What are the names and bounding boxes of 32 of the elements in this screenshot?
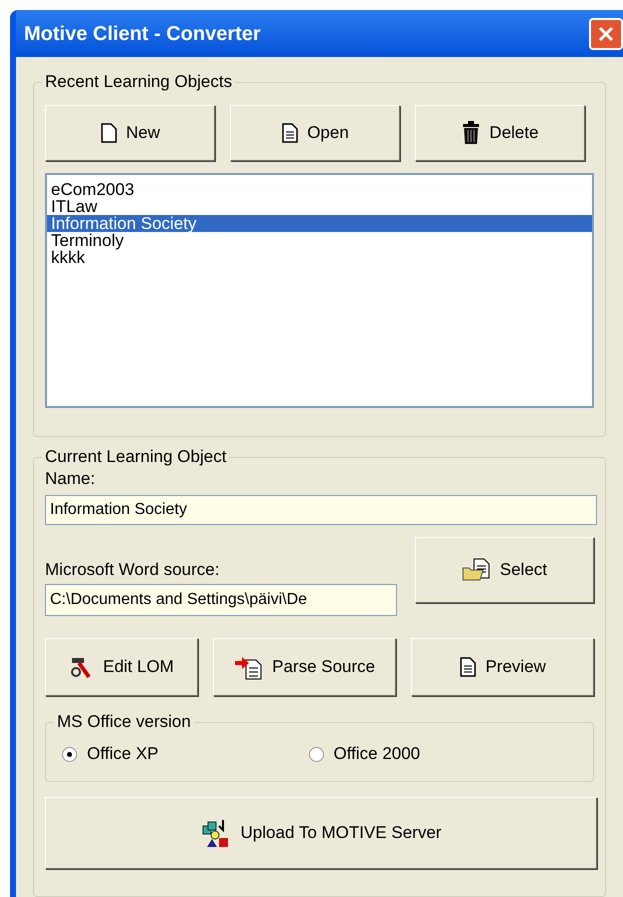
list-item[interactable]: ITLaw [47, 198, 592, 215]
trash-icon [461, 121, 482, 145]
action-button[interactable]: Edit LOM [45, 638, 198, 696]
select-button[interactable]: Select [415, 537, 594, 603]
page-icon [100, 123, 118, 143]
field-label: Microsoft Word source: [45, 559, 220, 581]
list-item[interactable]: Terminoly [47, 232, 592, 249]
name-field[interactable]: Information Society [45, 495, 597, 525]
document-icon [459, 657, 478, 677]
action-button[interactable]: Parse Source [212, 638, 396, 696]
close-icon [597, 24, 615, 42]
field-label: Name: [45, 468, 96, 490]
radio-option[interactable]: Office 2000 [308, 741, 420, 767]
close-button[interactable] [589, 18, 623, 50]
radio-button[interactable] [308, 746, 324, 762]
upload-button[interactable]: Upload To MOTIVE Server [45, 797, 597, 869]
action-button[interactable]: Preview [411, 638, 594, 696]
window-title: Motive Client - Converter [24, 22, 261, 46]
group-title: Recent Learning Objects [42, 72, 236, 92]
list-item[interactable]: kkkk [47, 249, 592, 266]
radio-button[interactable] [62, 746, 77, 762]
list-item[interactable]: Information Society [47, 215, 592, 232]
folder-icon [462, 558, 492, 582]
toolbar-button[interactable]: New [45, 105, 215, 161]
source-field[interactable]: C:\Documents and Settings\päivi\De [45, 584, 397, 616]
document-icon [281, 123, 300, 143]
toolbar-button[interactable]: Open [230, 105, 400, 161]
group-title: Current Learning Object [42, 447, 230, 467]
list-item[interactable]: eCom2003 [47, 181, 592, 198]
toolbar-button[interactable]: Delete [415, 105, 585, 161]
arrow-document-icon [234, 654, 264, 680]
radio-option[interactable]: Office XP [62, 741, 158, 767]
